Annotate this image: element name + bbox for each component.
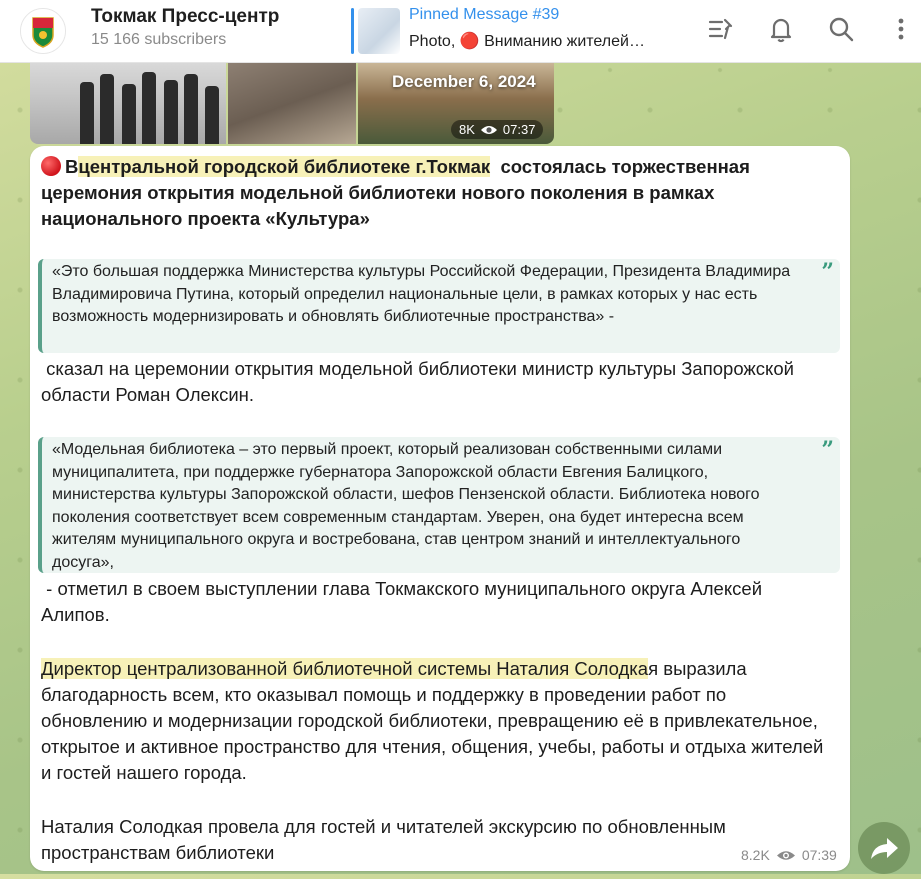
blockquote-1: «Это большая поддержка Министерства куль… <box>38 259 840 353</box>
more-vertical-icon[interactable] <box>886 14 916 44</box>
search-icon[interactable] <box>826 14 856 44</box>
date-separator: December 6, 2024 <box>392 72 536 91</box>
pinned-preview-text: Photo, 🔴 Вниманию жителей… <box>409 33 645 50</box>
paragraph-director: Директор централизованной библиотечной с… <box>41 656 831 786</box>
channel-avatar[interactable] <box>20 8 66 54</box>
eye-icon <box>776 850 795 860</box>
pinned-thumbnail[interactable] <box>358 8 400 54</box>
pinned-preview[interactable]: Photo, 🔴 Вниманию жителей… <box>409 31 645 51</box>
message-views: 8.2K <box>741 847 770 863</box>
red-circle-icon <box>41 156 61 176</box>
pinned-indicator <box>351 8 354 54</box>
highlighted-text: центральной городской библиотеке г.Токма… <box>78 156 491 177</box>
subscriber-count: 15 166 subscribers <box>91 31 227 48</box>
media-time: 07:37 <box>502 122 536 137</box>
quote-text: «Это большая поддержка Министерства куль… <box>52 263 791 325</box>
quote-icon: ” <box>821 259 834 285</box>
media-meta: 8K 07:37 <box>451 120 544 139</box>
quote-text: «Модельная библиотека – это первый проек… <box>52 441 760 571</box>
paragraph-after-quote-2: - отметил в своем выступлении глава Токм… <box>41 576 831 628</box>
paragraph-text: Наталия Солодкая провела для гостей и чи… <box>41 816 726 863</box>
eye-icon <box>480 125 497 134</box>
quote-icon: ” <box>821 437 834 463</box>
message-meta: 8.2K 07:39 <box>741 847 837 863</box>
paragraph-text: сказал на церемонии открытия модельной б… <box>41 358 794 405</box>
bell-icon[interactable] <box>766 14 796 44</box>
paragraph-after-quote-1: сказал на церемонии открытия модельной б… <box>41 356 831 408</box>
paragraph-last: Наталия Солодкая провела для гостей и чи… <box>41 814 831 866</box>
channel-title[interactable]: Токмак Пресс-центр <box>91 6 279 28</box>
post-heading-lead: В <box>65 156 79 177</box>
highlighted-text: Директор централизованной библиотечной с… <box>41 658 649 679</box>
paragraph-text: - отметил в своем выступлении глава Токм… <box>41 578 763 625</box>
message-time: 07:39 <box>801 847 837 863</box>
photo-2[interactable] <box>228 62 356 144</box>
blockquote-2: «Модельная библиотека – это первый проек… <box>38 437 840 573</box>
chat-header: Токмак Пресс-центр 15 166 subscribers Pi… <box>0 0 921 63</box>
share-icon <box>871 838 898 859</box>
pinned-title[interactable]: Pinned Message #39 <box>409 6 559 24</box>
pin-list-icon[interactable] <box>706 14 736 44</box>
share-button[interactable] <box>858 822 910 874</box>
media-views: 8K <box>459 122 475 137</box>
post-heading: Вцентральной городской библиотеке г.Токм… <box>41 154 831 232</box>
photo-1[interactable] <box>30 62 226 144</box>
